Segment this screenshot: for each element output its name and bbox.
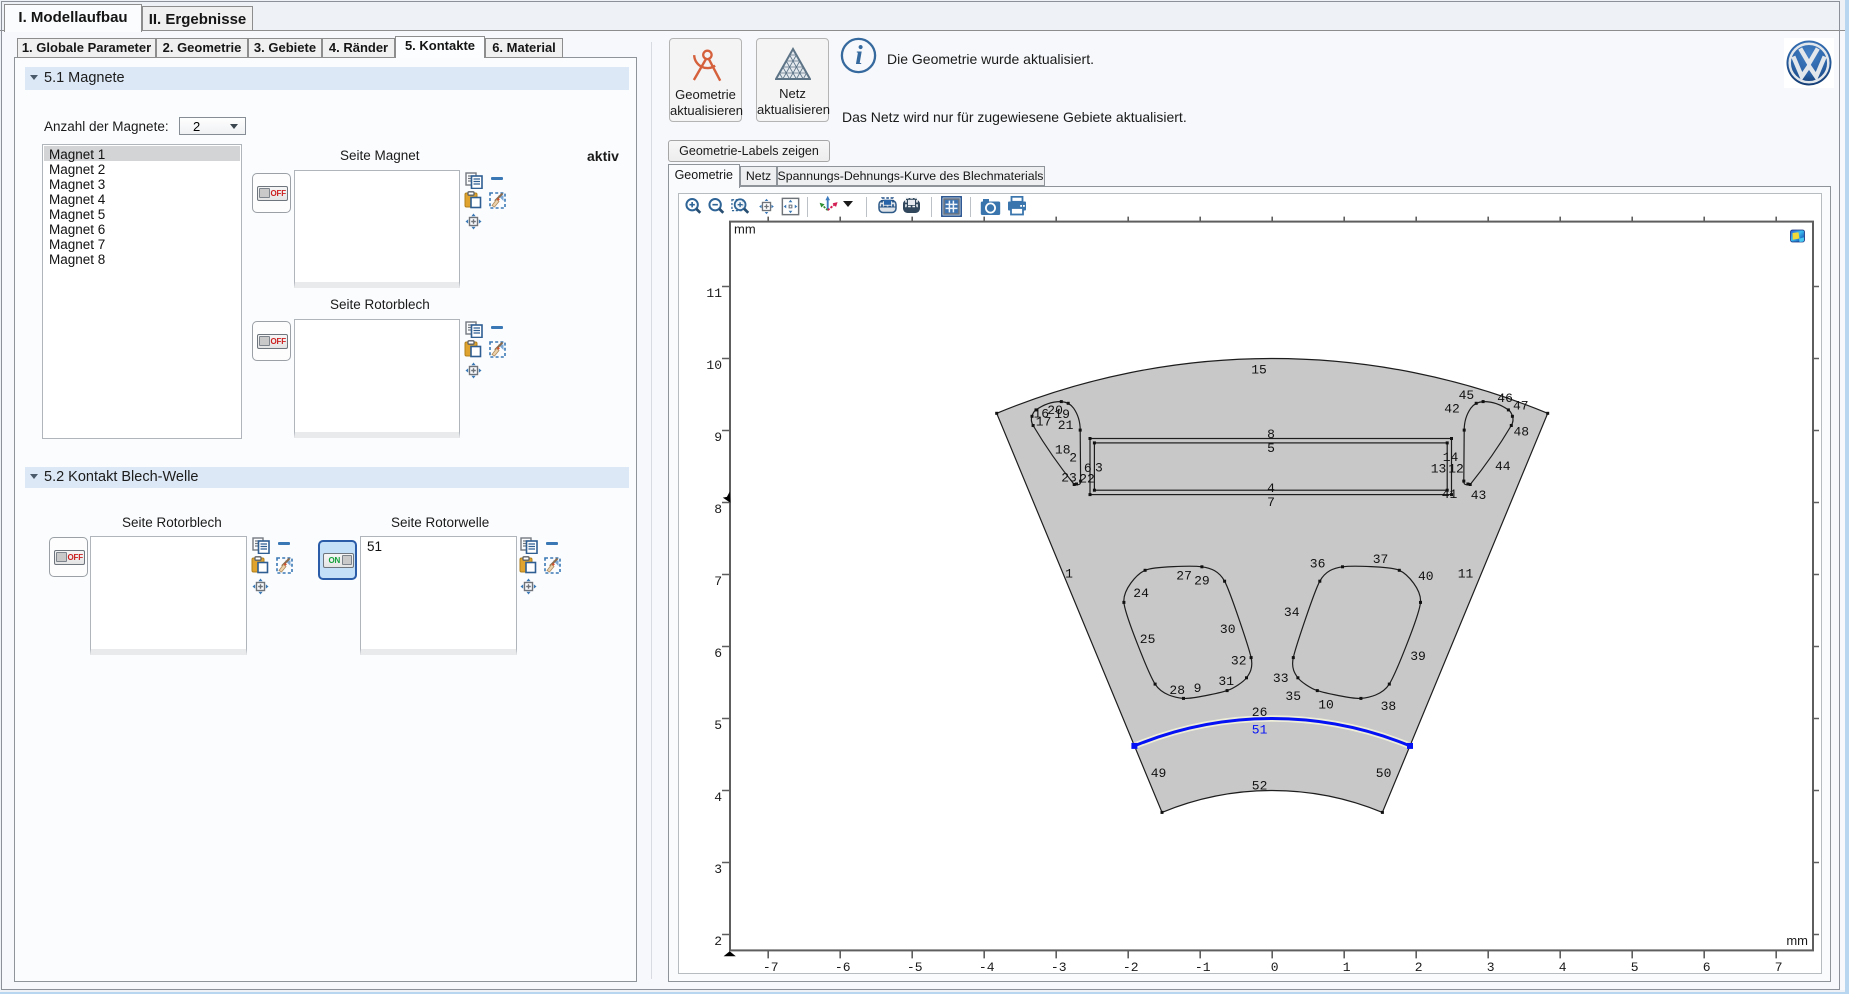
svg-text:i: i — [855, 40, 863, 70]
